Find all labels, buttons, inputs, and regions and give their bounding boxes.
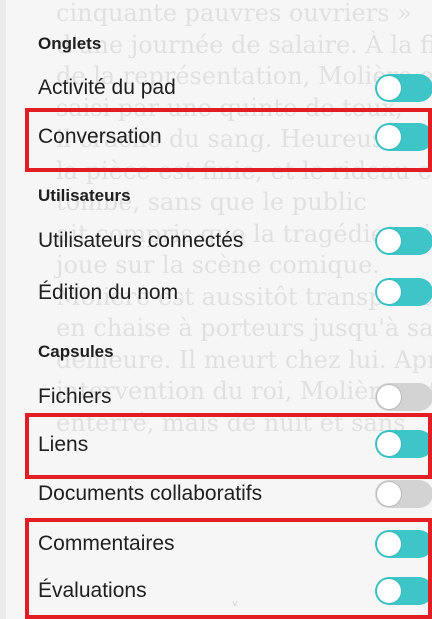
toggle-knob bbox=[377, 125, 401, 149]
toggle-knob bbox=[377, 579, 401, 603]
toggle-knob bbox=[377, 532, 401, 556]
toggle-knob bbox=[377, 76, 401, 100]
setting-label-files: Fichiers bbox=[38, 385, 112, 408]
sharing-settings-panel: cinquante pauvres ouvriers » d'une journ… bbox=[0, 0, 432, 619]
toggle-evaluations[interactable] bbox=[375, 577, 432, 605]
setting-label-name-editing: Édition du nom bbox=[38, 281, 179, 304]
section-title-tabs: Onglets bbox=[38, 34, 102, 53]
toggle-links[interactable] bbox=[375, 430, 432, 458]
setting-label-comments: Commentaires bbox=[38, 532, 175, 555]
toggle-pad-activity[interactable] bbox=[375, 74, 432, 102]
settings-list: Onglets Activité du pad Conversation Uti… bbox=[0, 0, 432, 619]
toggle-name-editing[interactable] bbox=[375, 278, 432, 306]
chevron-down-icon: ˅ bbox=[232, 599, 238, 610]
setting-label-links: Liens bbox=[38, 433, 89, 456]
section-title-capsules: Capsules bbox=[38, 342, 114, 361]
toggle-comments[interactable] bbox=[375, 530, 432, 558]
toggle-knob bbox=[377, 280, 401, 304]
setting-label-pad-activity: Activité du pad bbox=[38, 76, 176, 99]
toggle-knob bbox=[377, 432, 401, 456]
setting-label-evaluations: Évaluations bbox=[38, 579, 147, 602]
toggle-collaborative-documents[interactable] bbox=[375, 480, 432, 508]
toggle-connected-users[interactable] bbox=[375, 227, 432, 255]
toggle-knob bbox=[377, 229, 401, 253]
section-title-users: Utilisateurs bbox=[38, 186, 131, 205]
toggle-files[interactable] bbox=[375, 383, 432, 411]
toggle-knob bbox=[377, 385, 401, 409]
setting-label-connected-users: Utilisateurs connectés bbox=[38, 229, 244, 252]
toggle-knob bbox=[377, 482, 401, 506]
setting-label-conversation: Conversation bbox=[38, 125, 162, 148]
toggle-conversation[interactable] bbox=[375, 123, 432, 151]
setting-label-collaborative-documents: Documents collaboratifs bbox=[38, 482, 263, 505]
